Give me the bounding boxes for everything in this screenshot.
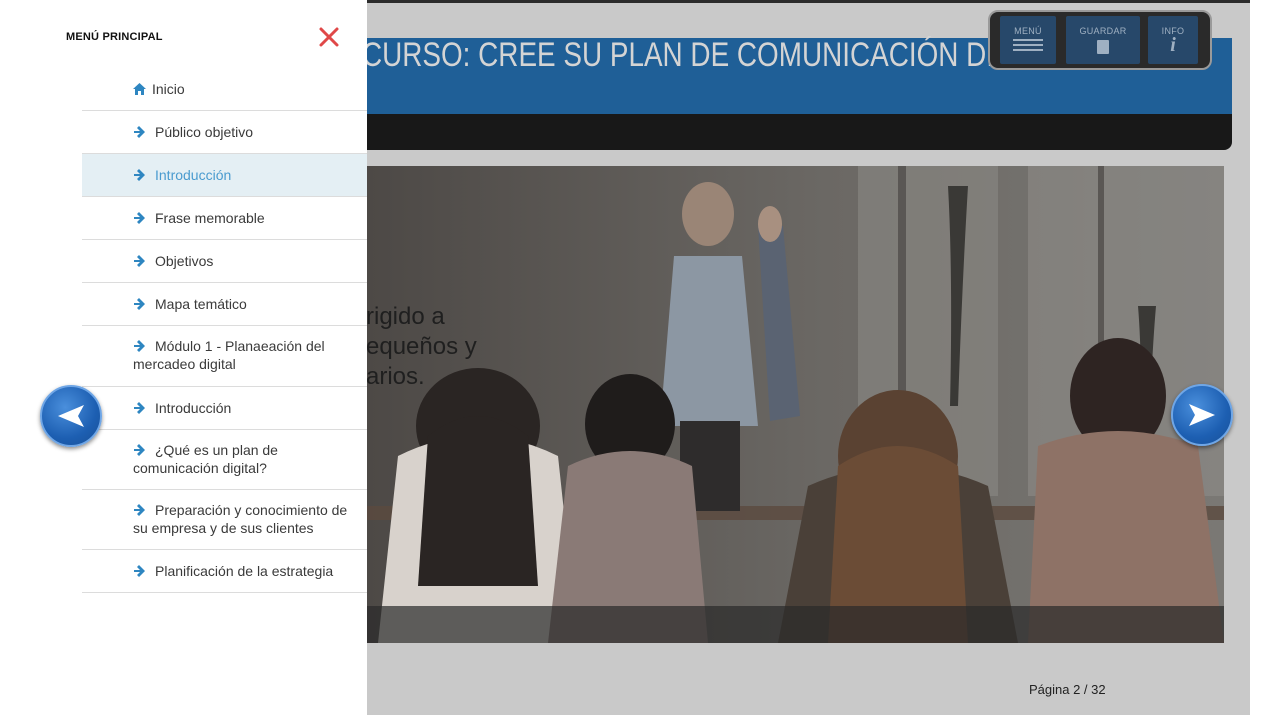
arrow-right-icon [134,255,145,267]
menu-item-mapa-tematico[interactable]: Mapa temático [82,283,367,326]
info-icon: i [1170,34,1176,56]
menu-item-label: ¿Qué es un plan de comunicación digital? [133,442,278,476]
menu-list: Inicio Público objetivo Introducción Fra… [82,68,367,593]
menu-heading: MENÚ PRINCIPAL [66,31,163,43]
body-text-line: rigido a [366,303,445,330]
menu-item-introduccion-active[interactable]: Introducción [82,154,367,197]
floppy-disk-icon [1097,40,1109,54]
menu-item-label: Objetivos [155,253,214,269]
arrow-left-icon [58,405,84,427]
arrow-right-icon [134,298,145,310]
menu-item-label: Introducción [155,400,232,416]
body-text-line: arios. [366,363,425,390]
course-toolbar: MENÚ GUARDAR INFO i [988,10,1212,70]
menu-item-label: Público objetivo [155,124,254,140]
menu-item-label: Mapa temático [155,296,247,312]
hamburger-icon [1013,39,1043,51]
body-text-line: equeños y [366,333,477,360]
arrow-right-icon [134,212,145,224]
next-page-button[interactable] [1171,384,1233,446]
arrow-right-nav-icon [1189,404,1215,426]
menu-button[interactable]: MENÚ [1000,16,1056,64]
arrow-right-icon [134,126,145,138]
menu-item-label: Introducción [155,167,232,183]
arrow-right-icon [134,504,145,516]
classroom-illustration [338,166,1224,643]
body-text-partial: rigido a equeños y arios. [366,302,477,392]
classroom-photo [338,166,1224,643]
menu-item-label: Preparación y conocimiento de su empresa… [133,502,348,536]
menu-item-label: Módulo 1 - Planaeación del mercadeo digi… [133,338,325,372]
menu-item-label: Inicio [152,81,185,97]
arrow-right-icon [134,340,145,352]
arrow-right-icon [134,444,145,456]
menu-item-introduccion[interactable]: Introducción [82,387,367,430]
arrow-right-icon [134,565,145,577]
arrow-right-icon [134,402,145,414]
page-counter: Página 2 / 32 [1029,682,1106,697]
menu-button-label: MENÚ [1014,26,1042,36]
menu-item-label: Frase memorable [155,210,265,226]
course-title: CURSO: CREE SU PLAN DE COMUNICACIÓN DIGI… [362,36,1073,74]
save-button[interactable]: GUARDAR [1066,16,1140,64]
menu-item-modulo-1[interactable]: Módulo 1 - Planaeación del mercadeo digi… [82,326,367,387]
menu-item-preparacion[interactable]: Preparación y conocimiento de su empresa… [82,490,367,550]
menu-item-publico-objetivo[interactable]: Público objetivo [82,111,367,154]
info-button[interactable]: INFO i [1148,16,1198,64]
save-button-label: GUARDAR [1079,26,1127,36]
close-icon[interactable] [316,24,342,50]
arrow-right-icon [134,169,145,181]
previous-page-button[interactable] [40,385,102,447]
menu-item-inicio[interactable]: Inicio [82,68,367,111]
menu-item-label: Planificación de la estrategia [155,563,334,579]
menu-item-objetivos[interactable]: Objetivos [82,240,367,283]
menu-item-frase-memorable[interactable]: Frase memorable [82,197,367,240]
main-menu-panel: MENÚ PRINCIPAL Inicio Público objetivo I… [0,0,367,720]
menu-item-que-es-plan[interactable]: ¿Qué es un plan de comunicación digital? [82,430,367,490]
menu-item-planificacion[interactable]: Planificación de la estrategia [82,550,367,593]
home-icon [133,83,146,95]
